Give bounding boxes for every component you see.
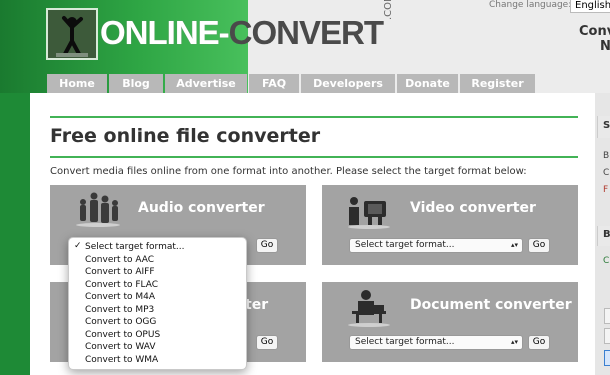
nav-tab-faq[interactable]: FAQ — [249, 74, 299, 93]
select-arrows-icon: ▴▾ — [510, 241, 518, 249]
sidebar-s: S — [603, 120, 610, 131]
logo-text-right: CONVERT — [228, 14, 384, 51]
dropdown-option[interactable]: Select target format... — [85, 241, 184, 253]
sidebar-b1: B — [603, 151, 610, 161]
document-format-select[interactable]: Select target format... ▴▾ — [349, 335, 523, 350]
site-logo[interactable]: ONLINE-CONVERT — [100, 14, 384, 52]
select-arrows-icon: ▴▾ — [510, 338, 518, 346]
title-bottom-rule — [50, 156, 578, 158]
nav-tab-developers[interactable]: Developers — [301, 74, 395, 93]
audio-people-icon — [76, 192, 120, 227]
video-converter-box: Video converter Select target format... … — [322, 185, 578, 265]
sidebar-c2: C — [603, 256, 610, 266]
nav-tab-home[interactable]: Home — [47, 74, 107, 93]
video-select-value: Select target format... — [355, 240, 455, 250]
video-go-button[interactable]: Go — [528, 238, 550, 253]
sidebar-header-2: B — [597, 226, 610, 246]
title-top-rule — [50, 116, 578, 118]
logo-text-left: ONLINE- — [100, 14, 230, 51]
dropdown-option[interactable]: Convert to FLAC — [85, 279, 158, 291]
sidebar-c1: C — [603, 168, 610, 178]
page-title: Free online file converter — [50, 125, 321, 147]
sidebar-header: S — [597, 116, 610, 138]
dropdown-option[interactable]: Convert to AIFF — [85, 266, 155, 278]
language-select[interactable]: English — [570, 0, 610, 13]
dropdown-option[interactable]: Convert to M4A — [85, 291, 155, 303]
logo-suffix: .COM — [383, 0, 394, 20]
document-select-value: Select target format... — [355, 337, 455, 347]
document-go-button[interactable]: Go — [528, 335, 550, 350]
sidebar-f1: F — [603, 185, 609, 195]
nav-tab-blog[interactable]: Blog — [109, 74, 163, 93]
document-reader-icon — [348, 290, 390, 327]
video-camera-icon — [348, 197, 390, 229]
corner-text: Conv N — [579, 24, 610, 54]
nav-tab-advertise[interactable]: Advertise — [165, 74, 247, 93]
audio-converter-title: Audio converter — [138, 200, 265, 216]
sidebar-input-2[interactable] — [604, 328, 610, 344]
language-label: Change language: — [489, 0, 572, 10]
corner-line-1: Conv — [579, 24, 610, 39]
sidebar-checkbox[interactable] — [604, 350, 610, 366]
video-format-select[interactable]: Select target format... ▴▾ — [349, 238, 523, 253]
video-converter-title: Video converter — [410, 200, 536, 216]
nav-tab-register[interactable]: Register — [460, 74, 535, 93]
dropdown-option[interactable]: Convert to OPUS — [85, 329, 160, 341]
checkmark-icon: ✓ — [74, 241, 82, 251]
audio-format-dropdown[interactable]: ✓ Select target format... Convert to AAC… — [68, 237, 247, 370]
dropdown-option[interactable]: Convert to OGG — [85, 316, 156, 328]
document-converter-box: Document converter Select target format.… — [322, 282, 578, 362]
nav-tab-donate[interactable]: Donate — [397, 74, 458, 93]
dropdown-option[interactable]: Convert to WAV — [85, 341, 156, 353]
dropdown-option[interactable]: Convert to WMA — [85, 354, 158, 366]
logo-figure-icon[interactable] — [46, 8, 98, 60]
document-converter-title: Document converter — [410, 297, 572, 313]
dropdown-option[interactable]: Convert to MP3 — [85, 304, 154, 316]
audio-go-button[interactable]: Go — [256, 238, 278, 253]
main-nav: Home Blog Advertise FAQ Developers Donat… — [47, 74, 535, 93]
sidebar-text: B C F — [603, 148, 609, 199]
dropdown-option[interactable]: Convert to AAC — [85, 254, 154, 266]
sidebar-b2: B — [603, 229, 610, 240]
corner-line-2: N — [600, 39, 610, 54]
intro-text: Convert media files online from one form… — [50, 166, 527, 177]
image-go-button[interactable]: Go — [256, 335, 278, 350]
sidebar-input-1[interactable] — [604, 308, 610, 324]
